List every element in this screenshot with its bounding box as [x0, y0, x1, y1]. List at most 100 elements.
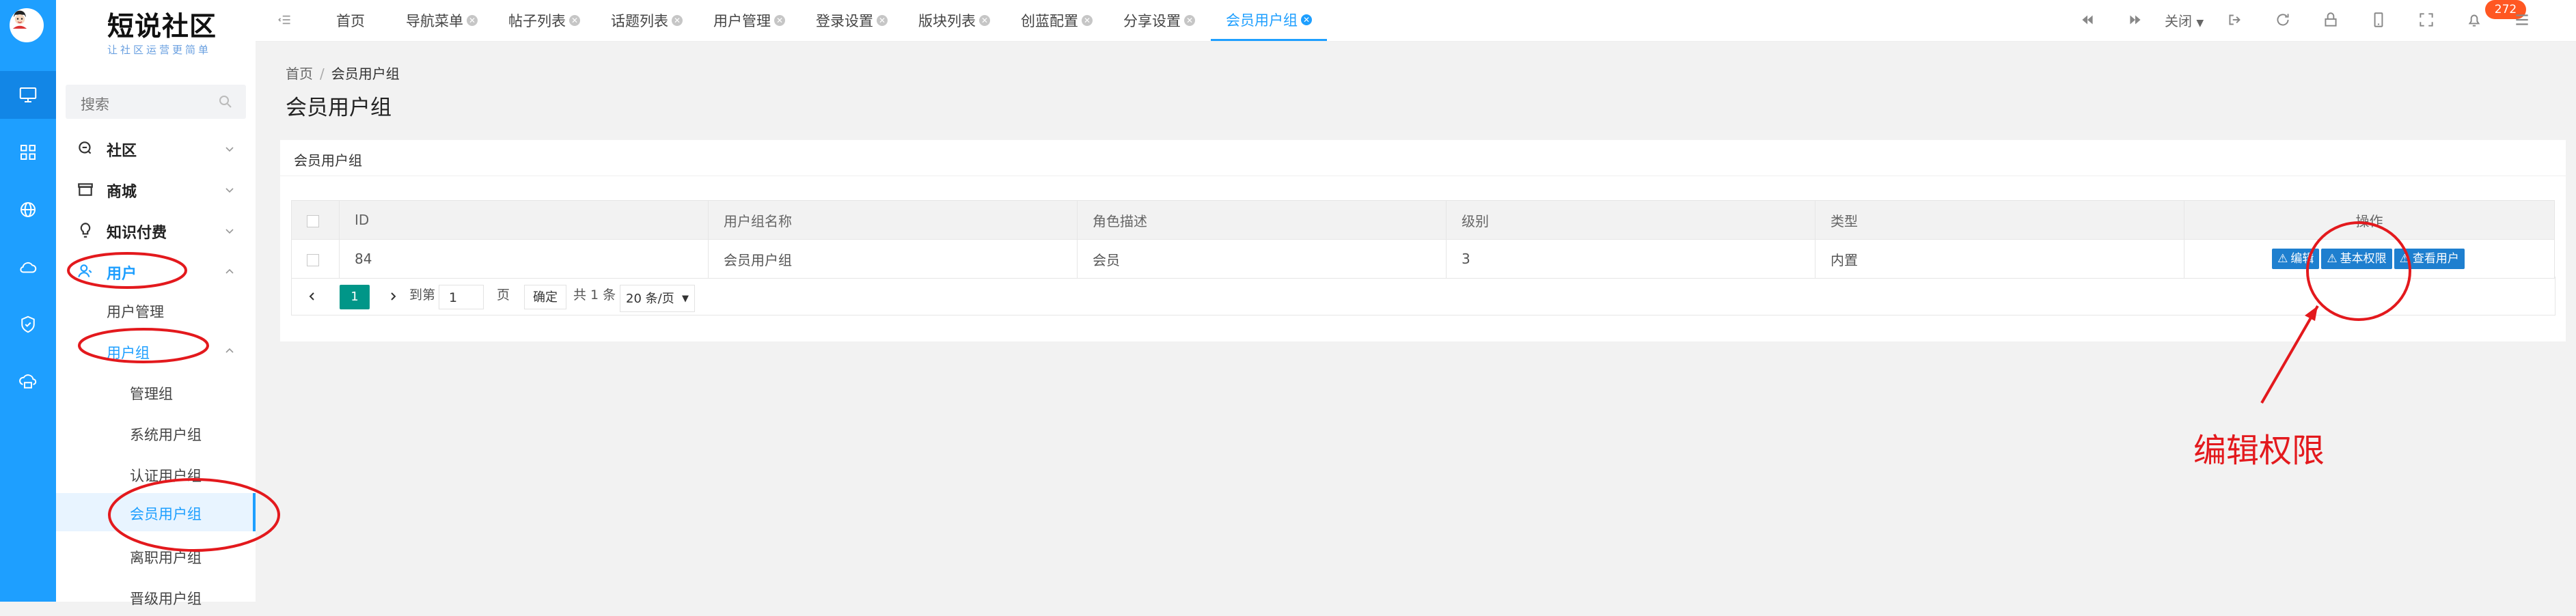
tab-share-settings[interactable]: 分享设置 ✕: [1123, 0, 1195, 41]
mobile-icon[interactable]: [2370, 11, 2387, 29]
submenu-user-manage[interactable]: 用户管理: [56, 291, 256, 329]
close-icon[interactable]: ✕: [774, 15, 785, 26]
close-icon[interactable]: ✕: [1082, 15, 1093, 26]
group-label: 晋级用户组: [130, 591, 202, 607]
annotation-label: 编辑权限: [2193, 432, 2325, 470]
logo-subtitle: 让社区运营更简单: [107, 44, 212, 56]
rail-apps-icon[interactable]: [0, 128, 56, 176]
tab-nav-menu[interactable]: 导航菜单 ✕: [406, 0, 478, 41]
close-icon[interactable]: ✕: [877, 15, 888, 26]
chevron-down-icon: [225, 147, 234, 152]
rail-cloud-storage-icon[interactable]: [0, 358, 56, 406]
tab-boards[interactable]: 版块列表 ✕: [918, 0, 990, 41]
top-tabbar: 首页 导航菜单 ✕ 帖子列表 ✕ 话题列表 ✕ 用户管理 ✕ 登录设置 ✕ 版块列表 ✕ 创…: [256, 0, 2576, 42]
chevron-down-icon: [225, 229, 234, 234]
table-row: 84 会员用户组 会员 3 内置 ⚠ 编辑 ⚠ 基本权限 ⚠ 查看用户: [291, 239, 2555, 279]
cell-type: 内置: [1815, 239, 2184, 279]
col-id[interactable]: ID: [339, 200, 709, 240]
prev-page-icon[interactable]: [307, 290, 318, 303]
menu-item-user[interactable]: 用户: [56, 253, 256, 291]
cell-level: 3: [1446, 239, 1815, 279]
menu-collapse-icon[interactable]: [276, 11, 294, 29]
tab-posts[interactable]: 帖子列表 ✕: [508, 0, 580, 41]
col-type[interactable]: 类型: [1815, 200, 2184, 240]
row-checkbox[interactable]: [291, 239, 340, 279]
rail-dashboard-icon[interactable]: [0, 71, 56, 119]
select-all-checkbox[interactable]: [291, 200, 340, 240]
active-indicator: [253, 493, 256, 531]
menu-label: 社区: [107, 143, 137, 160]
page-jump-input[interactable]: 1: [439, 285, 484, 309]
col-name[interactable]: 用户组名称: [708, 200, 1078, 240]
rail-shield-icon[interactable]: [0, 300, 56, 348]
tab-login-settings[interactable]: 登录设置 ✕: [816, 0, 888, 41]
cell-actions: ⚠ 编辑 ⚠ 基本权限 ⚠ 查看用户: [2184, 239, 2555, 279]
page-title: 会员用户组: [286, 96, 392, 120]
tab-chuanglan[interactable]: 创蓝配置 ✕: [1021, 0, 1093, 41]
close-icon[interactable]: ✕: [1301, 14, 1312, 25]
cell-id: 84: [339, 239, 709, 279]
total-count: 共 1 条: [573, 288, 616, 303]
edit-button[interactable]: ⚠ 编辑: [2272, 249, 2320, 269]
group-resigned[interactable]: 离职用户组: [56, 537, 256, 575]
chevron-up-icon: [225, 348, 234, 353]
goto-label: 到第: [409, 288, 436, 303]
refresh-icon[interactable]: [2274, 11, 2292, 29]
more-menu-icon[interactable]: [2513, 11, 2531, 29]
group-admin[interactable]: 管理组: [56, 373, 256, 411]
menu-item-shop[interactable]: 商城: [56, 171, 256, 209]
rail-globe-icon[interactable]: [0, 186, 56, 234]
close-icon[interactable]: ✕: [672, 15, 683, 26]
fullscreen-icon[interactable]: [2417, 11, 2435, 29]
tab-home[interactable]: 首页: [336, 0, 365, 41]
menu-item-knowledge[interactable]: 知识付费: [56, 212, 256, 250]
col-role[interactable]: 角色描述: [1077, 200, 1447, 240]
warning-icon: ⚠: [2399, 252, 2410, 266]
tab-user-manage[interactable]: 用户管理 ✕: [713, 0, 785, 41]
table-header-row: ID 用户组名称 角色描述 级别 类型 操作: [291, 200, 2555, 240]
chevron-up-icon: [225, 268, 234, 274]
menu-item-community[interactable]: 社区: [56, 130, 256, 168]
scroll-left-icon[interactable]: [2079, 11, 2096, 29]
scroll-right-icon[interactable]: [2126, 11, 2144, 29]
group-promoted[interactable]: 晋级用户组: [56, 578, 256, 616]
card-title: 会员用户组: [294, 152, 362, 169]
submenu-user-groups[interactable]: 用户组: [56, 332, 256, 370]
breadcrumb-current: 会员用户组: [331, 66, 400, 82]
search-input[interactable]: 搜索: [66, 85, 246, 119]
menu-label: 用户: [107, 266, 137, 283]
page-current[interactable]: 1: [340, 285, 370, 309]
rail-cloud-icon[interactable]: [0, 243, 56, 291]
group-label: 离职用户组: [130, 550, 202, 566]
exit-icon[interactable]: [2226, 11, 2244, 29]
group-certified[interactable]: 认证用户组: [56, 455, 256, 493]
close-icon[interactable]: ✕: [569, 15, 580, 26]
card-header: 会员用户组: [280, 140, 2566, 176]
basic-permissions-button[interactable]: ⚠ 基本权限: [2321, 249, 2392, 269]
bell-icon[interactable]: [2465, 11, 2483, 29]
avatar[interactable]: [10, 8, 44, 42]
tab-topics[interactable]: 话题列表 ✕: [611, 0, 683, 41]
lock-icon[interactable]: [2322, 11, 2340, 29]
group-member[interactable]: 会员用户组: [56, 493, 256, 531]
sidebar: 短说社区 让社区运营更简单 搜索 社区 商城 知识付费 用户 用户管理 用户组 …: [56, 0, 256, 607]
tab-member-groups[interactable]: 会员用户组 ✕: [1211, 0, 1327, 41]
user-icon: [78, 264, 92, 277]
group-system[interactable]: 系统用户组: [56, 414, 256, 452]
view-users-button[interactable]: ⚠ 查看用户: [2394, 249, 2465, 269]
col-level[interactable]: 级别: [1446, 200, 1815, 240]
search-icon: [219, 96, 232, 108]
breadcrumb-home[interactable]: 首页: [286, 66, 313, 82]
page-confirm-button[interactable]: 确定: [524, 285, 566, 309]
close-icon[interactable]: ✕: [1184, 15, 1195, 26]
icon-rail: [0, 0, 56, 602]
submenu-label: 用户组: [107, 345, 150, 361]
close-tabs-dropdown[interactable]: 关闭 ▼: [2165, 10, 2204, 30]
warning-icon: ⚠: [2277, 252, 2288, 266]
group-label: 系统用户组: [130, 427, 202, 443]
close-icon[interactable]: ✕: [467, 15, 478, 26]
next-page-icon[interactable]: [387, 290, 398, 303]
page-size-select[interactable]: 20 条/页 ▼: [620, 285, 695, 312]
community-icon: [79, 141, 92, 154]
close-icon[interactable]: ✕: [979, 15, 990, 26]
